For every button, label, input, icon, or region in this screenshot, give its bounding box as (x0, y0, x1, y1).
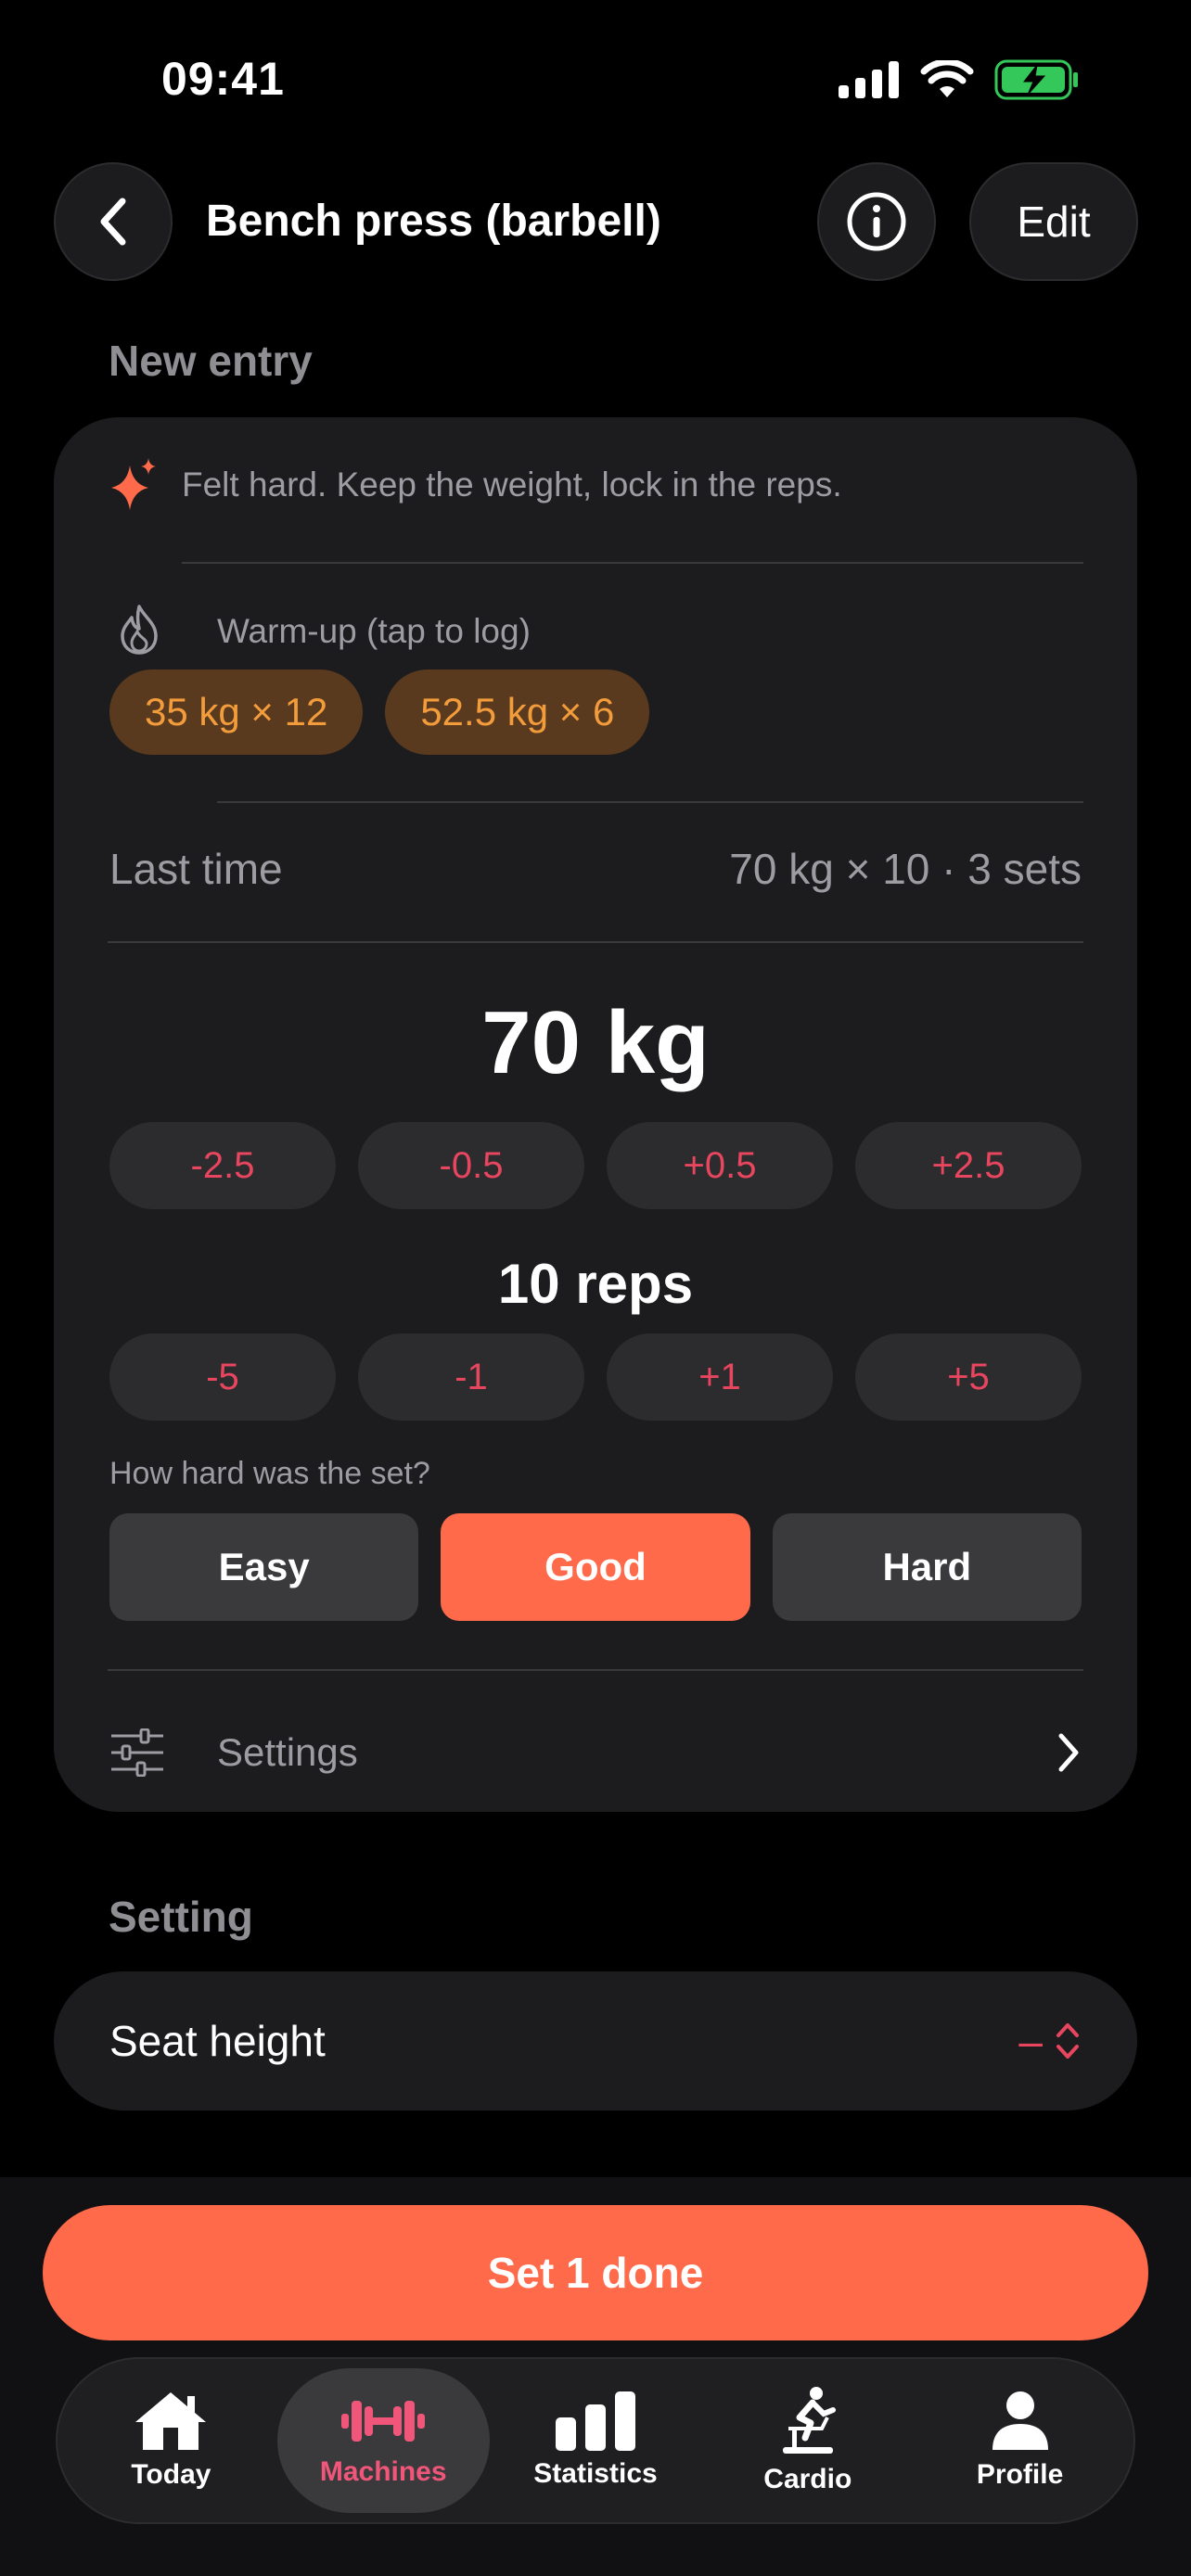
tab-label: Today (131, 2459, 211, 2490)
warmup-chip[interactable]: 35 kg × 12 (109, 670, 364, 755)
effort-easy-button[interactable]: Easy (109, 1513, 419, 1621)
last-time-label: Last time (109, 845, 283, 893)
back-button[interactable] (54, 162, 173, 281)
divider (217, 801, 1083, 803)
bar-chart-icon (555, 2391, 635, 2451)
sliders-icon (111, 1728, 163, 1777)
weight-stepper: -2.5 -0.5 +0.5 +2.5 (109, 1122, 1082, 1209)
seat-height-row[interactable]: Seat height – (54, 1971, 1137, 2111)
effort-good-button[interactable]: Good (441, 1513, 750, 1621)
status-bar: 09:41 (0, 0, 1191, 158)
section-label-setting: Setting (109, 1893, 253, 1941)
status-time: 09:41 (161, 53, 285, 105)
reps-minus-1-button[interactable]: -1 (358, 1333, 584, 1421)
effort-selector: Easy Good Hard (109, 1513, 1082, 1621)
chevron-right-icon (1058, 1733, 1079, 1772)
tab-label: Profile (976, 2459, 1064, 2490)
tab-label: Cardio (763, 2464, 852, 2494)
warmup-chips: 35 kg × 12 52.5 kg × 6 (109, 670, 650, 755)
settings-row[interactable]: Settings (109, 1715, 1082, 1790)
tab-bar: Today Machines Statistics Cardio Profile (56, 2357, 1135, 2524)
weight-plus-2-5-button[interactable]: +2.5 (855, 1122, 1082, 1209)
effort-question: How hard was the set? (109, 1456, 430, 1491)
weight-plus-0-5-button[interactable]: +0.5 (607, 1122, 833, 1209)
seat-height-label: Seat height (109, 2017, 326, 2065)
seat-height-value: – (1018, 2017, 1043, 2065)
last-time-value: 70 kg × 10 · 3 sets (729, 845, 1082, 893)
tab-label: Machines (319, 2456, 447, 2487)
weight-minus-2-5-button[interactable]: -2.5 (109, 1122, 336, 1209)
weight-value: 70 kg (481, 993, 710, 1092)
chevron-left-icon (100, 198, 126, 246)
bottom-area: Set 1 done Today Machines Statistics Car… (0, 2177, 1191, 2576)
wifi-icon (920, 60, 974, 97)
weight-minus-0-5-button[interactable]: -0.5 (358, 1122, 584, 1209)
section-label-new-entry: New entry (109, 337, 313, 385)
tab-statistics[interactable]: Statistics (490, 2368, 702, 2513)
effort-hard-button[interactable]: Hard (772, 1513, 1082, 1621)
dumbbell-icon (341, 2401, 426, 2442)
chevron-up-down-icon (1057, 2023, 1079, 2059)
settings-label: Settings (217, 1730, 358, 1774)
person-icon (992, 2391, 1048, 2450)
sparkle-icon (111, 458, 156, 510)
reps-stepper: -5 -1 +1 +5 (109, 1333, 1082, 1421)
bike-icon (782, 2387, 836, 2454)
reps-plus-1-button[interactable]: +1 (607, 1333, 833, 1421)
status-icons (839, 59, 1080, 100)
edit-button[interactable]: Edit (969, 162, 1138, 281)
info-icon (847, 192, 906, 251)
signal-icon (839, 61, 899, 98)
divider (182, 562, 1083, 564)
tab-profile[interactable]: Profile (914, 2368, 1126, 2513)
last-time-row: Last time 70 kg × 10 · 3 sets (109, 844, 1082, 894)
divider (108, 941, 1083, 943)
tab-machines[interactable]: Machines (276, 2368, 490, 2513)
tab-cardio[interactable]: Cardio (701, 2368, 914, 2513)
home-icon (135, 2392, 207, 2450)
entry-card: Felt hard. Keep the weight, lock in the … (54, 417, 1137, 1812)
flame-icon (121, 605, 158, 655)
reps-value: 10 reps (497, 1253, 694, 1315)
battery-charging-icon (994, 59, 1078, 100)
ai-hint: Felt hard. Keep the weight, lock in the … (109, 458, 1082, 512)
reps-minus-5-button[interactable]: -5 (109, 1333, 336, 1421)
set-done-button[interactable]: Set 1 done (43, 2205, 1148, 2340)
ai-hint-text: Felt hard. Keep the weight, lock in the … (182, 465, 842, 504)
warmup-label: Warm-up (tap to log) (217, 612, 531, 650)
divider (108, 1669, 1083, 1671)
page-title: Bench press (barbell) (206, 197, 661, 246)
tab-today[interactable]: Today (65, 2368, 277, 2513)
warmup-chip[interactable]: 52.5 kg × 6 (385, 670, 650, 755)
reps-plus-5-button[interactable]: +5 (855, 1333, 1082, 1421)
info-button[interactable] (817, 162, 936, 281)
header: Bench press (barbell) Edit (0, 162, 1191, 283)
tab-label: Statistics (533, 2458, 658, 2489)
